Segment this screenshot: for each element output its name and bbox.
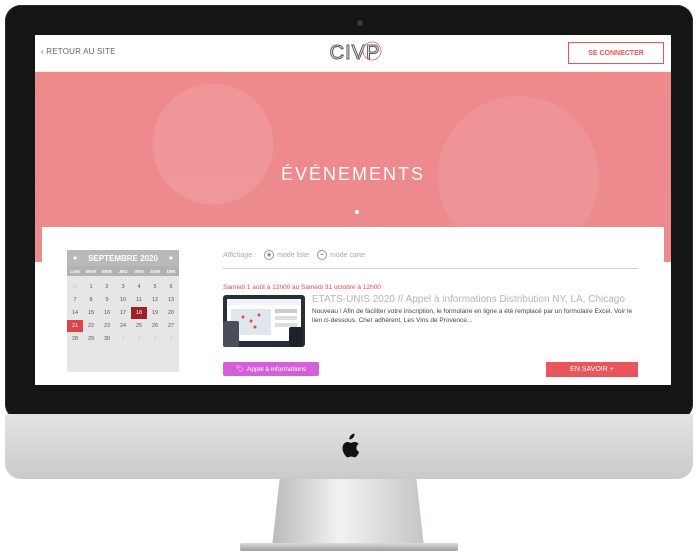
map-pin-icon: ⌖ bbox=[316, 250, 327, 260]
calendar-day[interactable]: 5 bbox=[147, 281, 163, 293]
calendar-day[interactable]: 2 bbox=[131, 333, 147, 345]
calendar-day[interactable]: 28 bbox=[67, 333, 83, 345]
calendar-day[interactable]: 22 bbox=[83, 320, 99, 332]
weekday-label: LUN bbox=[70, 268, 80, 274]
calendar-day-selected[interactable]: 18 bbox=[131, 306, 147, 319]
logo-text: CIVP bbox=[330, 42, 381, 64]
connect-button[interactable]: SE CONNECTER bbox=[568, 42, 664, 64]
calendar-day[interactable]: 24 bbox=[115, 320, 131, 332]
event-thumbnail[interactable] bbox=[223, 295, 305, 347]
calendar-day[interactable]: 6 bbox=[163, 281, 179, 293]
page-title: ÉVÉNEMENTS bbox=[280, 164, 426, 184]
top-bar: ‹ RETOUR AU SITE CIVP SE CONNECTER bbox=[35, 35, 671, 72]
calendar: ● SEPTEMBRE 2020 ● LUN MAR MER JEU VEN S… bbox=[67, 250, 179, 372]
next-month-icon[interactable]: ● bbox=[169, 255, 173, 262]
calendar-day[interactable]: 1 bbox=[115, 333, 131, 345]
calendar-weekdays: LUN MAR MER JEU VEN SAM DIM bbox=[67, 266, 179, 276]
display-mode-row: Affichage : ◉ mode liste ⌖ mode carte bbox=[223, 247, 638, 263]
calendar-day[interactable]: 2 bbox=[99, 281, 115, 293]
calendar-day[interactable]: 8 bbox=[83, 294, 99, 306]
calendar-day[interactable]: 30 bbox=[99, 333, 115, 345]
calendar-day[interactable]: 17 bbox=[115, 307, 131, 319]
calendar-day[interactable]: 9 bbox=[99, 294, 115, 306]
calendar-day[interactable]: 4 bbox=[131, 281, 147, 293]
back-to-site-link[interactable]: ‹ RETOUR AU SITE bbox=[41, 47, 116, 56]
weekday-label: MAR bbox=[85, 268, 97, 274]
weekday-label: JEU bbox=[118, 268, 128, 274]
weekday-label: VEN bbox=[134, 268, 144, 274]
calendar-day[interactable]: 27 bbox=[163, 320, 179, 332]
prev-month-icon[interactable]: ● bbox=[73, 255, 77, 262]
calendar-day[interactable]: 31 bbox=[67, 281, 83, 293]
list-mode-label: mode liste bbox=[277, 251, 309, 259]
calendar-day-today[interactable]: 21 bbox=[67, 319, 83, 332]
calendar-day[interactable]: 7 bbox=[67, 294, 83, 306]
calendar-day[interactable]: 11 bbox=[131, 294, 147, 306]
calendar-day[interactable]: 13 bbox=[163, 294, 179, 306]
weekday-label: MER bbox=[102, 268, 112, 274]
calendar-day[interactable]: 4 bbox=[163, 333, 179, 345]
divider bbox=[223, 268, 638, 269]
calendar-header: ● SEPTEMBRE 2020 ● bbox=[67, 250, 179, 266]
calendar-day[interactable]: 25 bbox=[131, 320, 147, 332]
calendar-day[interactable]: 26 bbox=[147, 320, 163, 332]
calendar-day[interactable]: 15 bbox=[83, 307, 99, 319]
calendar-day[interactable]: 1 bbox=[83, 281, 99, 293]
thumbnail-phone bbox=[289, 327, 303, 347]
carousel-dot[interactable] bbox=[355, 210, 359, 214]
calendar-day[interactable]: 16 bbox=[99, 307, 115, 319]
monitor-chin bbox=[5, 414, 693, 479]
map-mode-label: mode carte bbox=[329, 251, 366, 259]
monitor-stand bbox=[272, 479, 424, 547]
calendar-day[interactable]: 3 bbox=[147, 333, 163, 345]
category-tag-label: Appel à informations bbox=[247, 365, 307, 373]
content-panel: ● SEPTEMBRE 2020 ● LUN MAR MER JEU VEN S… bbox=[42, 227, 664, 385]
event-description: Nouveau ! Afin de faciliter votre inscri… bbox=[312, 308, 633, 324]
category-tag[interactable]: 🏷 Appel à informations bbox=[223, 362, 319, 376]
learn-more-button[interactable]: EN SAVOIR + bbox=[546, 362, 638, 377]
calendar-day[interactable]: 23 bbox=[99, 320, 115, 332]
calendar-day[interactable]: 19 bbox=[147, 307, 163, 319]
event-title[interactable]: ETATS-UNIS 2020 // Appel à informations … bbox=[312, 294, 625, 305]
display-label: Affichage : bbox=[223, 251, 257, 259]
thumbnail-tablet bbox=[223, 321, 239, 347]
tag-icon: 🏷 bbox=[235, 366, 244, 373]
monitor-stand-base bbox=[240, 543, 458, 551]
camera-dot bbox=[357, 20, 363, 26]
calendar-day[interactable]: 20 bbox=[163, 307, 179, 319]
calendar-day[interactable]: 10 bbox=[115, 294, 131, 306]
calendar-day[interactable]: 3 bbox=[115, 281, 131, 293]
screen: ‹ RETOUR AU SITE CIVP SE CONNECTER ÉVÉNE… bbox=[35, 35, 671, 385]
weekday-label: SAM bbox=[150, 268, 160, 274]
weekday-label: DIM bbox=[166, 268, 176, 274]
event-date: Samedi 1 août à 12h00 au Samedi 31 octob… bbox=[223, 284, 381, 291]
calendar-day[interactable]: 14 bbox=[67, 307, 83, 319]
calendar-grid: 31 1 2 3 4 5 6 7 8 9 10 11 12 13 14 15 1… bbox=[67, 276, 179, 345]
map-mode-option[interactable]: ⌖ mode carte bbox=[316, 250, 366, 260]
calendar-day[interactable]: 12 bbox=[147, 294, 163, 306]
list-mode-option[interactable]: ◉ mode liste bbox=[264, 250, 309, 260]
list-mode-icon: ◉ bbox=[264, 250, 275, 260]
calendar-month-label: SEPTEMBRE 2020 bbox=[88, 253, 158, 263]
apple-logo-icon bbox=[342, 433, 360, 457]
calendar-day[interactable]: 29 bbox=[83, 333, 99, 345]
civp-logo[interactable]: CIVP bbox=[323, 38, 387, 66]
